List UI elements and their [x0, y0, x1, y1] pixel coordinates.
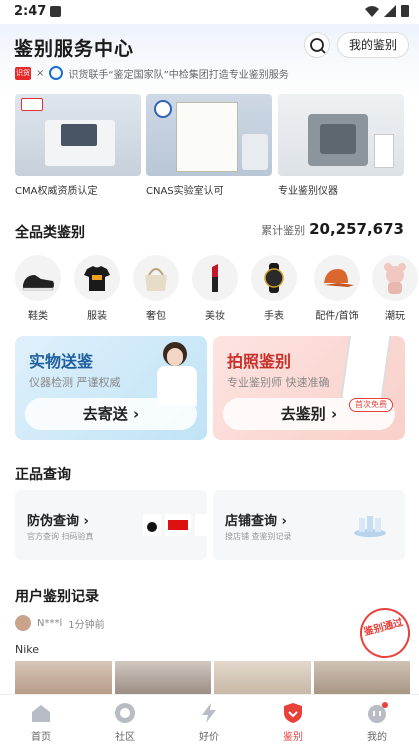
query-section-title: 正品查询: [15, 467, 71, 483]
search-icon: [310, 38, 326, 54]
send-button[interactable]: 去寄送 ›: [25, 398, 197, 430]
anti-counterfeit-subtitle: 官方查询 扫码验真: [27, 532, 94, 541]
photo-auth-card[interactable]: 拍照鉴别 专业鉴别师 快速准确 去鉴别 › 首次免费: [213, 336, 405, 440]
category-label: 潮玩: [385, 311, 405, 322]
records-section-title: 用户鉴别记录: [15, 589, 99, 605]
cert-label: CMA权威资质认定: [15, 186, 98, 197]
anti-counterfeit-title: 防伪查询 ›: [27, 514, 89, 529]
nav-deals[interactable]: 好价: [179, 699, 239, 743]
deal-icon: [197, 701, 221, 725]
physical-auth-card[interactable]: 实物送鉴 仪器检测 严谨权威 去寄送 ›: [15, 336, 207, 440]
cert-card-instrument[interactable]: 专业鉴别仪器: [278, 94, 404, 197]
record-photo: [15, 661, 112, 694]
cnas-certificate-image: [146, 94, 272, 176]
record-user: N***l: [37, 617, 63, 629]
page-title: 鉴别服务中心: [14, 38, 135, 60]
nav-profile[interactable]: 我的: [347, 699, 407, 743]
record-photo: [313, 661, 410, 694]
cap-icon: [314, 255, 360, 301]
banner-cross: ×: [36, 67, 45, 79]
brand-logo: [195, 514, 207, 536]
instrument-image: [278, 94, 404, 176]
status-time: 2:47: [14, 4, 47, 19]
category-section-title: 全品类鉴别: [15, 225, 85, 241]
record-item[interactable]: N***l 1分钟前: [15, 615, 105, 631]
signal-icon: [384, 4, 396, 17]
store-query-title: 店铺查询 ›: [225, 514, 287, 529]
header: 鉴别服务中心 我的鉴别 识货 × 识货联手“鉴定国家队”中检集团打造专业鉴别服务: [0, 24, 419, 94]
cert-label: CNAS实验室认可: [146, 186, 224, 197]
search-button[interactable]: [304, 32, 330, 58]
photo-auth-subtitle: 专业鉴别师 快速准确: [227, 376, 330, 389]
shield-icon: [281, 701, 305, 725]
category-label: 配件/首饰: [315, 311, 359, 322]
category-label: 手表: [264, 311, 284, 322]
phone-image: [339, 336, 393, 407]
category-beauty[interactable]: 美妆: [192, 255, 238, 322]
wifi-icon: [365, 5, 379, 17]
free-first-badge: 首次免费: [349, 398, 393, 412]
banner-text: 识货联手“鉴定国家队”中检集团打造专业鉴别服务: [68, 69, 289, 81]
store-query[interactable]: 店铺查询 › 搜店铺 查鉴别记录: [213, 490, 405, 560]
category-label: 服装: [87, 311, 107, 322]
category-clothing[interactable]: 服装: [74, 255, 120, 322]
nav-home[interactable]: 首页: [11, 699, 71, 743]
profile-icon: [365, 701, 389, 725]
record-brand: Nike: [15, 643, 40, 656]
store-icon: [353, 512, 387, 538]
lipstick-icon: [192, 255, 238, 301]
nav-community[interactable]: 社区: [95, 699, 155, 743]
physical-auth-subtitle: 仪器检测 严谨权威: [29, 376, 121, 389]
total-count: 累计鉴别 20,257,673: [261, 220, 404, 238]
battery-icon: [401, 5, 409, 17]
lab-technician-image: [153, 336, 207, 406]
partner-banner[interactable]: 识货 × 识货联手“鉴定国家队”中检集团打造专业鉴别服务: [15, 65, 410, 81]
category-watches[interactable]: 手表: [251, 255, 297, 322]
status-bar: 2:47: [0, 0, 419, 24]
category-label: 美妆: [205, 311, 225, 322]
photo-auth-title: 拍照鉴别: [227, 352, 292, 371]
tshirt-icon: [74, 255, 120, 301]
category-label: 鞋类: [28, 311, 48, 322]
store-query-subtitle: 搜店铺 查鉴别记录: [225, 532, 292, 541]
category-toys[interactable]: 潮玩: [372, 255, 418, 322]
cert-card-cnas[interactable]: CNAS实验室认可: [146, 94, 272, 197]
cert-label: 专业鉴别仪器: [278, 186, 338, 197]
nav-authenticate[interactable]: 鉴别: [263, 699, 323, 743]
watch-icon: [251, 255, 297, 301]
bottom-nav: 首页 社区 好价 鉴别 我的: [0, 694, 419, 744]
category-shoes[interactable]: 鞋类: [15, 255, 61, 322]
bag-icon: [133, 255, 179, 301]
my-authentication-button[interactable]: 我的鉴别: [337, 32, 409, 58]
sim-icon: [50, 6, 61, 17]
record-photo: [214, 661, 311, 694]
apple-logo: [143, 514, 161, 536]
home-icon: [29, 701, 53, 725]
avatar: [15, 615, 31, 631]
passed-stamp: 鉴别通过: [354, 602, 416, 664]
category-accessories[interactable]: 配件/首饰: [310, 255, 364, 322]
sneaker-icon: [15, 255, 61, 301]
record-photos[interactable]: [15, 661, 410, 694]
physical-auth-title: 实物送鉴: [29, 352, 94, 371]
category-luxury-bags[interactable]: 奢包: [133, 255, 179, 322]
total-count-value: 20,257,673: [309, 220, 404, 238]
cma-lab-image: [15, 94, 141, 176]
shihuo-logo: 识货: [15, 66, 31, 80]
record-time: 1分钟前: [68, 619, 105, 631]
ccic-logo: [49, 66, 64, 80]
lancome-logo: [165, 514, 191, 536]
record-photo: [114, 661, 211, 694]
anti-counterfeit-query[interactable]: 防伪查询 › 官方查询 扫码验真: [15, 490, 207, 560]
total-count-label: 累计鉴别: [261, 224, 306, 237]
category-label: 奢包: [146, 311, 166, 322]
toy-icon: [372, 255, 418, 301]
cert-card-cma[interactable]: CMA权威资质认定: [15, 94, 141, 197]
community-icon: [113, 701, 137, 725]
